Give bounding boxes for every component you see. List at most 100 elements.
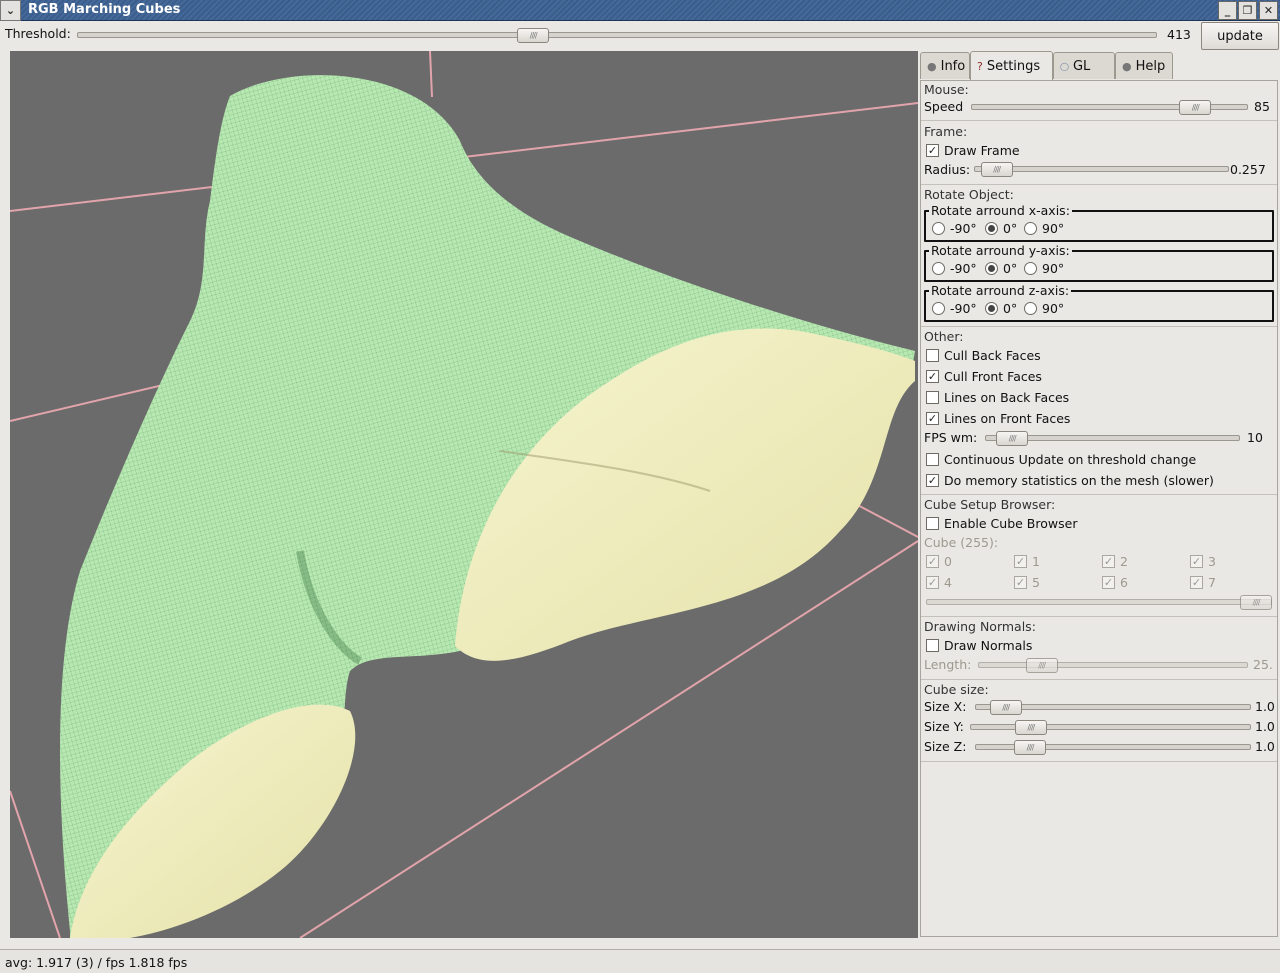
continuous-update-checkbox[interactable] bbox=[926, 453, 939, 466]
window-title: RGB Marching Cubes bbox=[28, 2, 181, 17]
cube-bit-6-checkbox: ✓ bbox=[1102, 576, 1115, 589]
other-section-heading: Other: bbox=[924, 329, 964, 344]
opengl-logo-icon: ◯ bbox=[1060, 61, 1069, 71]
mesh-render bbox=[10, 51, 918, 938]
cube-size-section-heading: Cube size: bbox=[924, 682, 989, 697]
status-bar: avg: 1.917 (3) / fps 1.818 fps bbox=[0, 949, 1280, 973]
size-x-value: 1.0 bbox=[1255, 699, 1275, 714]
cube-bit-0-label: 0 bbox=[944, 554, 952, 569]
memory-statistics-checkbox[interactable]: ✓ bbox=[926, 474, 939, 487]
tab-help[interactable]: ● Help bbox=[1115, 52, 1173, 79]
rotate-section-heading: Rotate Object: bbox=[924, 187, 1014, 202]
rotate-y-0-label: 0° bbox=[1003, 261, 1018, 276]
rotate-y-minus90-label: -90° bbox=[950, 261, 977, 276]
separator bbox=[921, 184, 1277, 185]
rotate-z-90-label: 90° bbox=[1042, 301, 1065, 316]
separator bbox=[921, 120, 1277, 121]
rotate-z-0-radio[interactable] bbox=[985, 302, 998, 315]
lines-back-faces-label: Lines on Back Faces bbox=[944, 390, 1070, 405]
threshold-slider[interactable] bbox=[77, 32, 1157, 38]
bulb-icon: ● bbox=[1122, 59, 1132, 73]
size-y-label: Size Y: bbox=[924, 719, 964, 734]
window-menu-button[interactable]: ⌄ bbox=[0, 0, 21, 21]
maximize-button[interactable]: ❐ bbox=[1238, 1, 1257, 20]
cube-bit-3-label: 3 bbox=[1208, 554, 1216, 569]
size-y-slider-handle[interactable]: //// bbox=[1014, 720, 1047, 735]
cull-front-faces-label: Cull Front Faces bbox=[944, 369, 1042, 384]
threshold-label: Threshold: bbox=[5, 26, 71, 41]
size-x-slider-handle[interactable]: //// bbox=[989, 700, 1022, 715]
close-button[interactable]: ✕ bbox=[1259, 1, 1278, 20]
speed-value: 85 bbox=[1254, 99, 1270, 114]
tab-settings[interactable]: ? Settings bbox=[970, 51, 1053, 80]
mouse-section-heading: Mouse: bbox=[924, 82, 969, 97]
status-text: avg: 1.917 (3) / fps 1.818 fps bbox=[5, 955, 188, 970]
radius-slider-handle[interactable]: //// bbox=[980, 162, 1013, 177]
cube-bit-2-label: 2 bbox=[1120, 554, 1128, 569]
rotate-z-0-label: 0° bbox=[1003, 301, 1018, 316]
rotate-y-90-label: 90° bbox=[1042, 261, 1065, 276]
render-viewport[interactable] bbox=[10, 51, 918, 938]
tab-gl[interactable]: ◯ GL bbox=[1053, 52, 1115, 79]
chevron-down-icon: ⌄ bbox=[5, 4, 16, 17]
threshold-slider-handle[interactable]: //// bbox=[517, 28, 550, 43]
speed-label: Speed bbox=[924, 99, 964, 114]
cube-bit-6-label: 6 bbox=[1120, 575, 1128, 590]
normals-section-heading: Drawing Normals: bbox=[924, 619, 1036, 634]
cube-bit-2-checkbox: ✓ bbox=[1102, 555, 1115, 568]
cube-bit-7-checkbox: ✓ bbox=[1190, 576, 1203, 589]
rotate-y-90-radio[interactable] bbox=[1024, 262, 1037, 275]
continuous-update-label: Continuous Update on threshold change bbox=[944, 452, 1197, 467]
cube-bit-5-label: 5 bbox=[1032, 575, 1040, 590]
draw-frame-label: Draw Frame bbox=[944, 143, 1020, 158]
rotate-y-title: Rotate arround y-axis: bbox=[929, 243, 1072, 258]
minimize-button[interactable]: _ bbox=[1218, 1, 1237, 20]
separator bbox=[921, 679, 1277, 680]
size-y-value: 1.0 bbox=[1255, 719, 1275, 734]
memory-statistics-label: Do memory statistics on the mesh (slower… bbox=[944, 473, 1214, 488]
separator bbox=[921, 326, 1277, 327]
rotate-y-minus90-radio[interactable] bbox=[932, 262, 945, 275]
draw-frame-checkbox[interactable]: ✓ bbox=[926, 144, 939, 157]
rotate-x-minus90-label: -90° bbox=[950, 221, 977, 236]
rotate-z-minus90-radio[interactable] bbox=[932, 302, 945, 315]
rotate-x-0-radio[interactable] bbox=[985, 222, 998, 235]
fps-wm-slider-handle[interactable]: //// bbox=[996, 431, 1029, 446]
rotate-y-0-radio[interactable] bbox=[985, 262, 998, 275]
rotate-z-title: Rotate arround z-axis: bbox=[929, 283, 1072, 298]
tab-info-label: Info bbox=[940, 58, 966, 74]
size-x-label: Size X: bbox=[924, 699, 967, 714]
cull-front-faces-checkbox[interactable]: ✓ bbox=[926, 370, 939, 383]
enable-cube-browser-checkbox[interactable] bbox=[926, 517, 939, 530]
tab-info[interactable]: ● Info bbox=[920, 52, 970, 79]
cube-index-label: Cube (255): bbox=[924, 535, 999, 550]
size-z-value: 1.0 bbox=[1255, 739, 1275, 754]
update-button[interactable]: update bbox=[1201, 22, 1279, 50]
rotate-z-90-radio[interactable] bbox=[1024, 302, 1037, 315]
draw-normals-label: Draw Normals bbox=[944, 638, 1033, 653]
rotate-x-minus90-radio[interactable] bbox=[932, 222, 945, 235]
size-z-slider-handle[interactable]: //// bbox=[1014, 740, 1047, 755]
lines-front-faces-checkbox[interactable]: ✓ bbox=[926, 412, 939, 425]
enable-cube-browser-label: Enable Cube Browser bbox=[944, 516, 1078, 531]
speed-slider-handle[interactable]: //// bbox=[1179, 100, 1212, 115]
cube-slider bbox=[926, 599, 1272, 605]
cube-browser-section-heading: Cube Setup Browser: bbox=[924, 497, 1056, 512]
cube-slider-handle: //// bbox=[1240, 595, 1272, 610]
length-slider-handle: //// bbox=[1025, 658, 1058, 673]
radius-label: Radius: bbox=[924, 162, 971, 177]
separator bbox=[921, 616, 1277, 617]
cube-bit-1-checkbox: ✓ bbox=[1014, 555, 1027, 568]
bulb-icon: ● bbox=[927, 59, 937, 73]
size-y-slider[interactable] bbox=[970, 724, 1251, 730]
rotate-x-90-label: 90° bbox=[1042, 221, 1065, 236]
radius-value: 0.257 bbox=[1230, 162, 1266, 177]
close-icon: ✕ bbox=[1263, 4, 1274, 17]
lines-back-faces-checkbox[interactable] bbox=[926, 391, 939, 404]
title-bar: ⌄ RGB Marching Cubes _ ❐ ✕ bbox=[0, 0, 1280, 21]
cull-back-faces-checkbox[interactable] bbox=[926, 349, 939, 362]
draw-normals-checkbox[interactable] bbox=[926, 639, 939, 652]
question-icon: ? bbox=[977, 59, 983, 73]
rotate-x-90-radio[interactable] bbox=[1024, 222, 1037, 235]
length-label: Length: bbox=[924, 657, 972, 672]
